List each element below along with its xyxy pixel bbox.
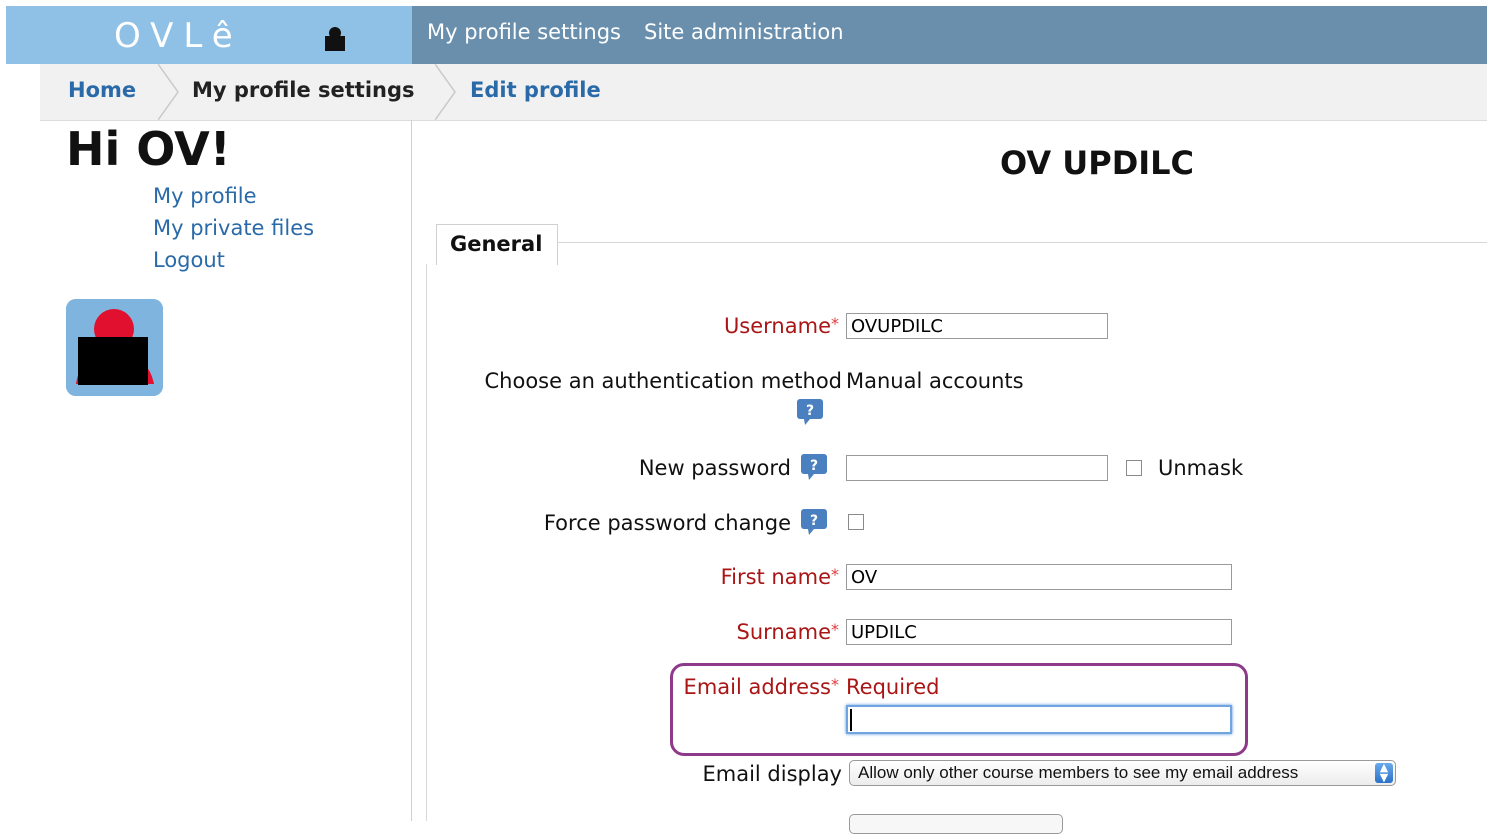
email-display-select[interactable]: Allow only other course members to see m… <box>849 760 1396 786</box>
unmask-label: Unmask <box>1158 456 1244 480</box>
fieldset-border <box>556 242 1487 243</box>
site-logo[interactable]: OVLê <box>114 16 243 56</box>
top-bar: OVLê My profile settings Site administra… <box>6 6 1487 64</box>
svg-text:?: ? <box>810 513 818 529</box>
new-password-field[interactable] <box>846 455 1108 481</box>
breadcrumb-separator-icon <box>435 64 456 120</box>
sidebar-link-private-files[interactable]: My private files <box>153 216 314 240</box>
email-label: Email address* <box>683 675 839 699</box>
auth-method-value: Manual accounts <box>846 369 1024 393</box>
help-icon[interactable]: ? <box>800 508 828 536</box>
breadcrumb-home[interactable]: Home <box>68 78 136 102</box>
text-cursor <box>850 709 852 731</box>
page-title: OV UPDILC <box>1000 144 1195 182</box>
username-field[interactable] <box>846 313 1108 339</box>
greeting-heading: Hi OV! <box>66 122 231 176</box>
nav-my-profile-settings[interactable]: My profile settings <box>427 20 621 44</box>
force-password-label: Force password change <box>543 511 791 535</box>
force-password-checkbox[interactable] <box>848 514 864 530</box>
top-navigation: My profile settings Site administration <box>412 6 1487 64</box>
breadcrumb-my-profile-settings[interactable]: My profile settings <box>192 78 415 102</box>
svg-text:?: ? <box>810 458 818 474</box>
unmask-checkbox[interactable] <box>1126 460 1142 476</box>
nav-site-administration[interactable]: Site administration <box>644 20 844 44</box>
username-label: Username* <box>723 314 839 338</box>
logo-area: OVLê <box>6 6 412 64</box>
help-icon[interactable]: ? <box>800 453 828 481</box>
avatar-user-icon <box>66 299 163 396</box>
sidebar-link-my-profile[interactable]: My profile <box>153 184 257 208</box>
breadcrumb-edit-profile[interactable]: Edit profile <box>470 78 601 102</box>
surname-field[interactable] <box>846 619 1232 645</box>
email-display-selected: Allow only other course members to see m… <box>858 763 1299 782</box>
email-field[interactable] <box>846 705 1232 734</box>
email-display-label: Email display <box>702 762 842 786</box>
avatar[interactable] <box>66 299 163 396</box>
auth-method-label: Choose an authentication method <box>484 369 843 393</box>
svg-text:?: ? <box>806 403 814 419</box>
firstname-label: First name* <box>720 565 839 589</box>
new-password-label: New password <box>638 456 791 480</box>
fieldset-border <box>426 264 427 821</box>
user-menu-icon[interactable] <box>320 24 350 54</box>
select-arrows-icon: ▲ ▼ <box>1375 762 1393 783</box>
sidebar-link-logout[interactable]: Logout <box>153 248 225 272</box>
email-required-error: Required <box>846 675 940 699</box>
breadcrumb: Home My profile settings Edit profile <box>40 64 1487 121</box>
help-icon[interactable]: ? <box>796 398 824 426</box>
fieldset-legend-label: General <box>450 232 543 256</box>
column-divider <box>411 120 412 821</box>
next-select-partial[interactable] <box>849 814 1063 834</box>
firstname-field[interactable] <box>846 564 1232 590</box>
breadcrumb-separator-icon <box>158 64 179 120</box>
surname-label: Surname* <box>736 620 839 644</box>
